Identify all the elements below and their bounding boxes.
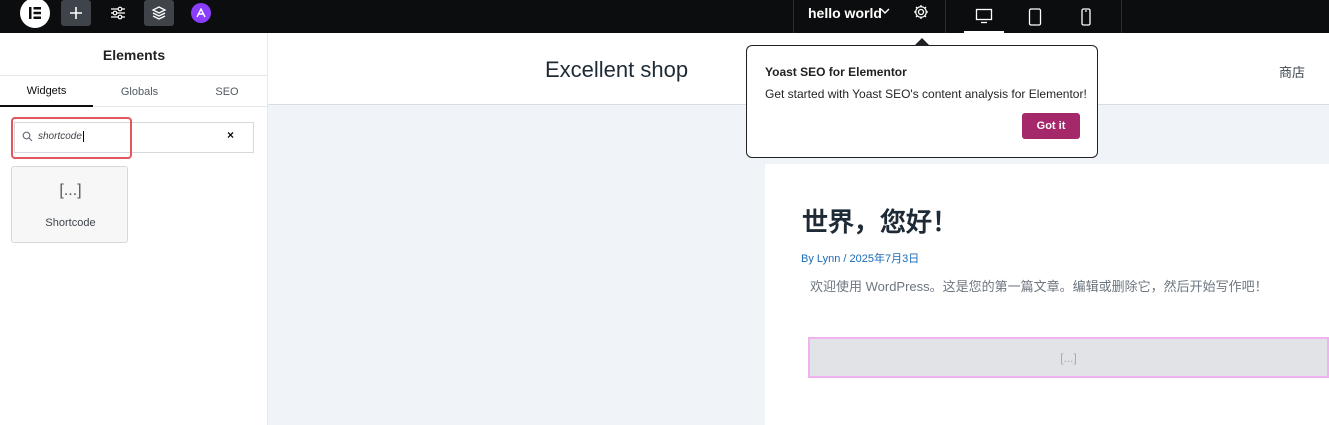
tablet-icon (1028, 7, 1042, 26)
tablet-view-button[interactable] (1015, 0, 1055, 33)
sliders-icon (111, 6, 125, 20)
yoast-popover: Yoast SEO for Elementor Get started with… (746, 45, 1098, 158)
ai-icon (191, 3, 211, 23)
divider (1121, 0, 1122, 33)
mobile-icon (1081, 7, 1091, 26)
layers-icon (151, 6, 167, 20)
popover-title: Yoast SEO for Elementor (765, 65, 907, 79)
divider (793, 0, 794, 33)
elementor-logo-glyph (29, 7, 41, 19)
document-title[interactable]: hello world (808, 5, 882, 21)
elements-panel: Elements Widgets Globals SEO shortcode ×… (0, 33, 268, 425)
post-body: 欢迎使用 WordPress。这是您的第一篇文章。编辑或删除它，然后开始写作吧！ (810, 279, 1268, 294)
gear-icon[interactable] (912, 3, 930, 26)
shortcode-icon: [...] (59, 182, 82, 199)
search-input-value[interactable]: shortcode (38, 131, 84, 142)
got-it-button[interactable]: Got it (1022, 113, 1080, 139)
app-root: hello world Elements Widgets Globals SEO… (0, 0, 1329, 425)
top-bar: hello world (0, 0, 1329, 33)
panel-title: Elements (102, 47, 166, 63)
elementor-logo-icon[interactable] (20, 0, 50, 28)
tab-widgets[interactable]: Widgets (0, 76, 93, 107)
post-title: 世界，您好！ (802, 207, 959, 237)
mobile-view-button[interactable] (1066, 0, 1106, 33)
post-meta[interactable]: By Lynn / 2025年7月3日 (801, 250, 919, 266)
ai-glyph (196, 8, 206, 18)
search-icon (22, 129, 33, 147)
nav-item-shop[interactable]: 商店 (1279, 62, 1305, 81)
post-content: 世界，您好！ By Lynn / 2025年7月3日 欢迎使用 WordPres… (765, 164, 1329, 425)
plus-icon (70, 7, 82, 19)
divider (945, 0, 946, 33)
widget-shortcode[interactable]: [...] Shortcode (11, 166, 128, 243)
add-element-button[interactable] (61, 0, 91, 26)
structure-button[interactable] (144, 0, 174, 26)
tab-globals[interactable]: Globals (93, 76, 186, 107)
desktop-view-button[interactable] (964, 0, 1004, 33)
desktop-icon (975, 8, 993, 23)
popover-text: Get started with Yoast SEO's content ana… (765, 87, 1087, 101)
site-title[interactable]: Excellent shop (545, 57, 688, 83)
ai-assistant-button[interactable] (186, 0, 216, 26)
tab-seo[interactable]: SEO (186, 76, 268, 107)
site-settings-button[interactable] (103, 0, 133, 26)
chevron-down-icon[interactable] (878, 4, 892, 23)
shortcode-placeholder[interactable]: [...] (808, 337, 1329, 378)
widget-label: Shortcode (45, 217, 96, 229)
panel-tabs: Widgets Globals SEO (0, 76, 268, 107)
clear-search-icon[interactable]: × (227, 128, 234, 142)
